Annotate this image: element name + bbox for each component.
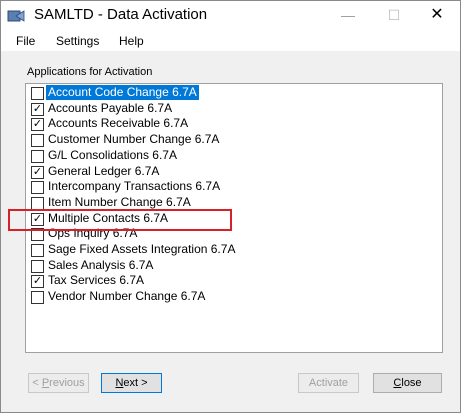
previous-label: revious xyxy=(49,377,85,389)
close-window-button[interactable]: ✕ xyxy=(414,1,460,31)
checkbox[interactable] xyxy=(31,87,44,100)
data-activation-window: SAMLTD - Data Activation — ☐ ✕ File Sett… xyxy=(0,0,461,413)
close-label: lose xyxy=(401,377,422,389)
checkbox[interactable] xyxy=(31,244,44,257)
checkbox[interactable]: ✓ xyxy=(31,165,44,179)
applications-group-label: Applications for Activation xyxy=(27,66,153,78)
checkbox[interactable]: ✓ xyxy=(31,118,44,132)
list-item[interactable]: G/L Consolidations 6.7A xyxy=(28,148,440,164)
window-title: SAMLTD - Data Activation xyxy=(34,6,208,23)
list-item[interactable]: ✓ General Ledger 6.7A xyxy=(28,164,440,180)
list-item-label: Accounts Receivable 6.7A xyxy=(48,116,189,131)
minimize-button[interactable]: — xyxy=(325,1,371,31)
app-icon xyxy=(7,10,25,22)
checkbox[interactable]: ✓ xyxy=(31,102,44,116)
list-item-label: Sales Analysis 6.7A xyxy=(48,257,154,272)
list-item-label: Vendor Number Change 6.7A xyxy=(48,289,206,304)
checkbox[interactable] xyxy=(31,259,44,273)
next-label: ext > xyxy=(123,377,148,389)
close-button[interactable]: Close xyxy=(373,373,442,393)
list-item-label: Accounts Payable 6.7A xyxy=(48,100,173,115)
list-item[interactable]: Account Code Change 6.7A xyxy=(28,85,440,101)
list-item[interactable]: Sage Fixed Assets Integration 6.7A xyxy=(28,242,440,258)
checkbox[interactable] xyxy=(31,196,44,210)
highlight-annotation xyxy=(8,209,232,231)
menu-bar: File Settings Help xyxy=(1,31,460,51)
list-item-label: Intercompany Transactions 6.7A xyxy=(48,179,221,194)
list-item-label: Account Code Change 6.7A xyxy=(46,85,199,100)
list-item-label: Tax Services 6.7A xyxy=(48,273,145,288)
list-item-label: General Ledger 6.7A xyxy=(48,163,160,178)
list-item[interactable]: Sales Analysis 6.7A xyxy=(28,258,440,274)
list-item-label: Item Number Change 6.7A xyxy=(48,194,191,209)
list-item[interactable]: ✓ Tax Services 6.7A xyxy=(28,273,440,289)
checkbox[interactable] xyxy=(31,291,44,305)
list-item-label: Sage Fixed Assets Integration 6.7A xyxy=(48,242,236,256)
checkbox[interactable] xyxy=(31,181,44,195)
checkbox[interactable]: ✓ xyxy=(31,275,44,289)
list-item[interactable]: Customer Number Change 6.7A xyxy=(28,132,440,148)
maximize-button[interactable]: ☐ xyxy=(371,1,417,31)
previous-prefix: < xyxy=(32,377,42,389)
title-bar[interactable]: SAMLTD - Data Activation — ☐ ✕ xyxy=(1,1,460,31)
list-item[interactable]: Vendor Number Change 6.7A xyxy=(28,289,440,305)
list-item[interactable]: ✓ Accounts Receivable 6.7A xyxy=(28,116,440,132)
previous-button[interactable]: < Previous xyxy=(28,373,89,393)
dialog-content: Applications for Activation Account Code… xyxy=(1,51,460,412)
menu-help[interactable]: Help xyxy=(119,34,144,48)
menu-settings[interactable]: Settings xyxy=(56,34,99,48)
list-item[interactable]: Intercompany Transactions 6.7A xyxy=(28,179,440,195)
checkbox[interactable] xyxy=(31,149,44,163)
menu-file[interactable]: File xyxy=(16,34,35,48)
list-item[interactable]: ✓ Accounts Payable 6.7A xyxy=(28,101,440,117)
checkbox[interactable] xyxy=(31,134,44,148)
list-item-label: Customer Number Change 6.7A xyxy=(48,132,220,147)
activate-button[interactable]: Activate xyxy=(298,373,359,393)
next-button[interactable]: Next > xyxy=(101,373,162,393)
list-item-label: G/L Consolidations 6.7A xyxy=(48,147,177,162)
